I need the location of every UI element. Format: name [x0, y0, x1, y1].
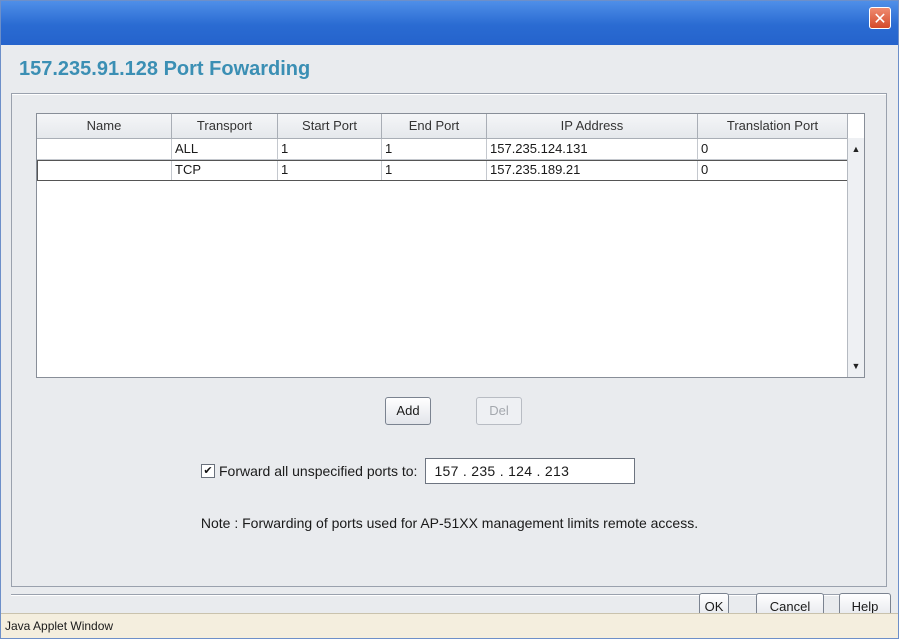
title-bar[interactable]: ✕ — [1, 1, 898, 45]
cell-transport[interactable]: TCP — [172, 160, 278, 180]
dialog-window: ✕ 157.235.91.128 Port Fowarding Name Tra… — [0, 0, 899, 639]
column-header-transport[interactable]: Transport — [172, 114, 278, 138]
column-header-ip-address[interactable]: IP Address — [487, 114, 698, 138]
cell-end-port[interactable]: 1 — [382, 139, 487, 159]
forward-unspecified-row: ✔ Forward all unspecified ports to: 157 … — [201, 458, 636, 484]
scroll-up-icon[interactable]: ▲ — [848, 140, 864, 158]
table-header: Name Transport Start Port End Port IP Ad… — [37, 114, 848, 139]
cell-end-port[interactable]: 1 — [382, 160, 487, 180]
close-icon[interactable]: ✕ — [869, 7, 891, 29]
forward-ip-input[interactable]: 157 . 235 . 124 . 213 — [425, 458, 636, 484]
cell-translation-port[interactable]: 0 — [698, 160, 848, 180]
cell-start-port[interactable]: 1 — [278, 139, 382, 159]
table-body: ALL 1 1 157.235.124.131 0 TCP 1 1 157.23… — [37, 139, 848, 181]
column-header-end-port[interactable]: End Port — [382, 114, 487, 138]
column-header-translation-port[interactable]: Translation Port — [698, 114, 848, 138]
scroll-down-icon[interactable]: ▼ — [848, 357, 864, 375]
cell-name[interactable] — [37, 160, 172, 180]
cell-start-port[interactable]: 1 — [278, 160, 382, 180]
forward-unspecified-label: Forward all unspecified ports to: — [219, 463, 418, 479]
del-button[interactable]: Del — [476, 397, 522, 425]
port-forwarding-table: Name Transport Start Port End Port IP Ad… — [36, 113, 865, 378]
forward-unspecified-checkbox[interactable]: ✔ — [201, 464, 215, 478]
cell-ip-address[interactable]: 157.235.189.21 — [487, 160, 698, 180]
cell-ip-address[interactable]: 157.235.124.131 — [487, 139, 698, 159]
column-header-name[interactable]: Name — [37, 114, 172, 138]
page-title: 157.235.91.128 Port Fowarding — [19, 58, 311, 80]
cell-translation-port[interactable]: 0 — [698, 139, 848, 159]
status-bar: Java Applet Window — [1, 613, 898, 638]
table-scrollbar[interactable]: ▲ ▼ — [847, 138, 864, 377]
column-header-start-port[interactable]: Start Port — [278, 114, 382, 138]
table-row[interactable]: ALL 1 1 157.235.124.131 0 — [37, 139, 848, 160]
cell-name[interactable] — [37, 139, 172, 159]
forwarding-note: Note : Forwarding of ports used for AP-5… — [200, 515, 699, 531]
table-row[interactable]: TCP 1 1 157.235.189.21 0 — [37, 160, 848, 181]
cell-transport[interactable]: ALL — [172, 139, 278, 159]
add-button[interactable]: Add — [385, 397, 431, 425]
